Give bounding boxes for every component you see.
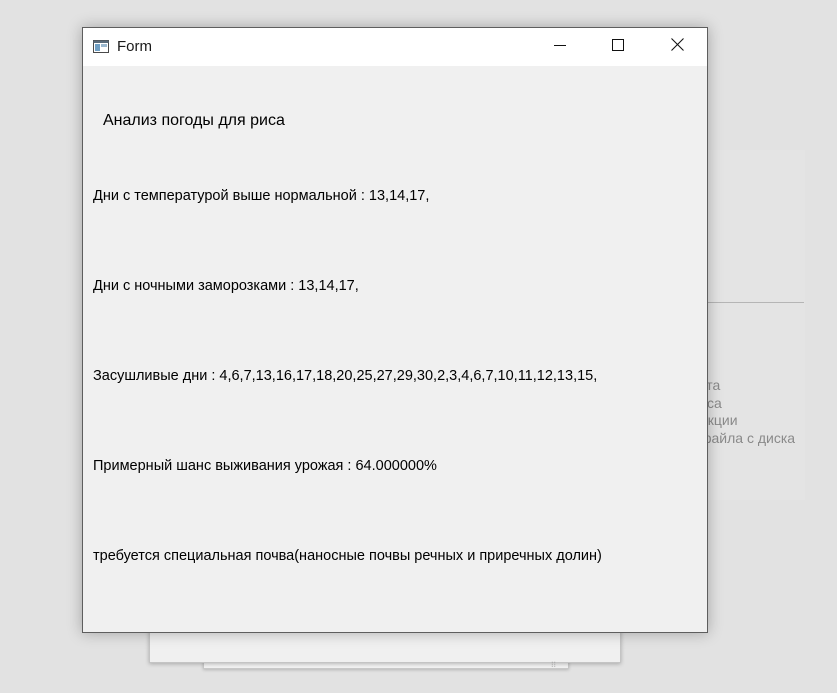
minimize-button[interactable]: [531, 28, 589, 66]
background-menu-item: сса: [700, 394, 722, 411]
close-button[interactable]: [647, 28, 707, 66]
survival-chance-label: Примерный шанс выживания урожая : 64.000…: [93, 458, 437, 474]
title-bar[interactable]: Form: [83, 28, 707, 66]
background-menu-item: файла с диска: [700, 429, 796, 446]
background-menu-item: кта: [700, 377, 721, 393]
dry-days-label: Засушливые дни : 4,6,7,13,16,17,18,20,25…: [93, 368, 598, 384]
resize-grip-icon: ⁝⁝: [551, 660, 557, 669]
background-menu-text: кта сса нкции файла с диска: [700, 377, 795, 447]
background-divider: [700, 302, 804, 303]
page-title: Анализ погоды для риса: [103, 112, 285, 129]
window-title: Form: [117, 38, 152, 55]
form-window: Form Анализ погоды для риса Дни с темпер…: [82, 27, 708, 633]
hot-days-label: Дни с температурой выше нормальной : 13,…: [93, 188, 430, 204]
minimize-icon: [554, 38, 566, 56]
maximize-button[interactable]: [589, 28, 647, 66]
form-content: Анализ погоды для риса Дни с температуро…: [83, 66, 707, 632]
close-icon: [670, 38, 684, 56]
desktop: кта сса нкции файла с диска ⁝⁝ Form Анал…: [0, 0, 837, 693]
window-app-icon: [93, 40, 109, 53]
soil-note-label: требуется специальная почва(наносные поч…: [93, 548, 602, 564]
maximize-icon: [612, 38, 624, 56]
background-menu-item: нкции: [700, 412, 738, 428]
frost-nights-label: Дни с ночными заморозками : 13,14,17,: [93, 278, 359, 294]
